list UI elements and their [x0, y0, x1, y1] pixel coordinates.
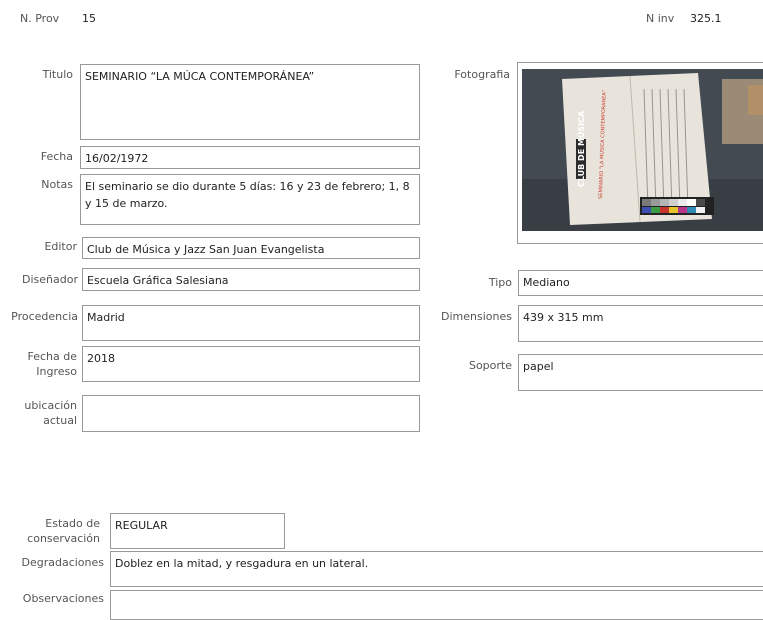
fecha-ingreso-label-line2: Ingreso: [36, 365, 77, 378]
dimensiones-field[interactable]: 439 x 315 mm: [518, 305, 763, 342]
poster-photo-graphic: CLUB DE MÚSICA SEMINARIO "LA MUSICA CONT…: [522, 69, 763, 231]
poster-vertical-text: CLUB DE MÚSICA: [575, 110, 586, 187]
observaciones-label: Observaciones: [22, 592, 104, 605]
tipo-label: Tipo: [488, 276, 512, 289]
soporte-field[interactable]: papel: [518, 354, 763, 391]
degradaciones-label: Degradaciones: [21, 556, 104, 569]
fecha-ingreso-label: Fecha de Ingreso: [0, 349, 78, 379]
disenador-label: Diseñador: [22, 273, 78, 286]
titulo-label: Titulo: [42, 68, 73, 81]
ubicacion-field[interactable]: [82, 395, 420, 432]
disenador-field[interactable]: Escuela Gráfica Salesiana: [82, 268, 420, 291]
titulo-field[interactable]: SEMINARIO “LA MÚCA CONTEMPORÁNEA”: [80, 64, 420, 140]
degradaciones-field[interactable]: Doblez en la mitad, y resgadura en un la…: [110, 551, 763, 587]
fotografia-frame[interactable]: CLUB DE MÚSICA SEMINARIO "LA MUSICA CONT…: [517, 62, 763, 244]
fecha-label: Fecha: [40, 150, 73, 163]
soporte-label: Soporte: [468, 359, 512, 372]
estado-label-line1: Estado de: [45, 517, 100, 530]
observaciones-field[interactable]: [110, 590, 763, 620]
ninv-label: N inv: [646, 12, 675, 25]
notas-field[interactable]: El seminario se dio durante 5 días: 16 y…: [80, 174, 420, 225]
fecha-field[interactable]: 16/02/1972: [80, 146, 420, 169]
estado-label-line2: conservación: [27, 532, 100, 545]
ubicacion-label: ubicación actual: [0, 398, 77, 428]
fecha-ingreso-label-line1: Fecha de: [27, 350, 78, 363]
nprov-label: N. Prov: [20, 12, 60, 25]
editor-label: Editor: [44, 240, 77, 253]
estado-field[interactable]: REGULAR: [110, 513, 285, 549]
ninv-value[interactable]: 325.1: [690, 11, 722, 26]
dimensiones-label: Dimensiones: [441, 310, 512, 323]
color-checker-strip: [640, 197, 714, 215]
tipo-field[interactable]: Mediano: [518, 270, 763, 296]
poster-photo: CLUB DE MÚSICA SEMINARIO "LA MUSICA CONT…: [522, 69, 763, 231]
notas-label: Notas: [41, 178, 73, 191]
estado-label: Estado de conservación: [0, 516, 100, 546]
fecha-ingreso-field[interactable]: 2018: [82, 346, 420, 382]
procedencia-label: Procedencia: [11, 310, 78, 323]
editor-field[interactable]: Club de Música y Jazz San Juan Evangelis…: [82, 237, 420, 259]
nprov-value[interactable]: 15: [82, 11, 96, 26]
fotografia-label: Fotografia: [454, 68, 510, 81]
ubicacion-label-line2: actual: [43, 414, 77, 427]
procedencia-field[interactable]: Madrid: [82, 305, 420, 341]
ubicacion-label-line1: ubicación: [24, 399, 77, 412]
